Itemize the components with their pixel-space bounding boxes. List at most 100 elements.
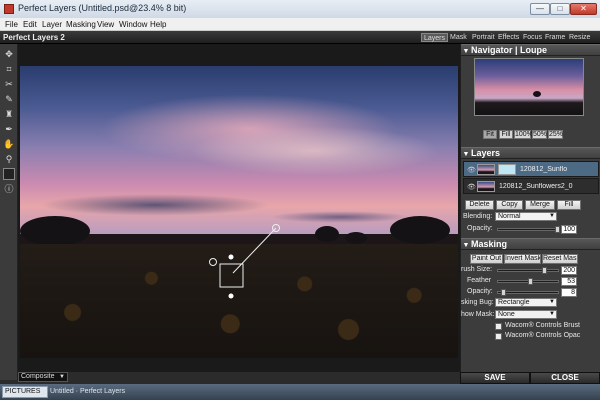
masking-brush-icon[interactable]: ♜ <box>3 108 15 120</box>
fill-layer-button[interactable]: Fill <box>557 200 581 210</box>
layer-opacity-field[interactable]: 100 <box>561 225 577 234</box>
menu-help[interactable]: Help <box>150 20 166 29</box>
close-window-button[interactable]: ✕ <box>570 3 597 15</box>
layer-thumbnail <box>477 181 495 192</box>
slider-knob[interactable] <box>542 267 547 274</box>
navigator-header[interactable]: ▼ Navigator | Loupe <box>461 44 600 56</box>
hand-icon[interactable]: ✋ <box>3 138 15 150</box>
canvas-area <box>18 44 460 372</box>
show-mask-label: how Mask: <box>461 311 495 318</box>
blending-label: Blending: <box>463 213 493 220</box>
taskbar-item[interactable]: PICTURES <box>2 386 48 398</box>
close-button[interactable]: CLOSE <box>530 372 600 384</box>
tab-layers[interactable]: Layers <box>421 33 449 42</box>
slider-knob[interactable] <box>555 226 560 233</box>
menu-layer[interactable]: Layer <box>42 20 62 29</box>
wacom-brush-checkbox[interactable] <box>495 323 502 330</box>
collapse-icon: ▼ <box>462 242 470 249</box>
tab-mask[interactable]: Mask <box>448 33 469 42</box>
invert-mask-button[interactable]: Invert Mask <box>504 254 541 264</box>
mask-opacity-slider[interactable] <box>497 289 559 296</box>
app-logo-icon <box>4 4 14 14</box>
zoom-50-button[interactable]: 50% <box>532 130 547 139</box>
zoom-25-button[interactable]: 25% <box>548 130 563 139</box>
pen-icon[interactable]: ✒ <box>3 123 15 135</box>
tab-resize[interactable]: Resize <box>567 33 592 42</box>
save-button[interactable]: SAVE <box>460 372 530 384</box>
layer-mask-thumbnail[interactable] <box>498 164 516 175</box>
delete-layer-button[interactable]: Delete <box>465 200 494 210</box>
feather-slider[interactable] <box>497 278 559 285</box>
title-bar: Perfect Layers (Untitled.psd@23.4% 8 bit… <box>0 0 600 18</box>
blending-select[interactable]: Normal ▼ <box>495 212 557 221</box>
layer-opacity-label: Opacity: <box>467 225 493 232</box>
chevron-down-icon: ▼ <box>549 311 555 317</box>
photo-canvas[interactable] <box>20 66 458 358</box>
masking-title: Masking <box>471 239 508 249</box>
composite-select[interactable]: Composite ▼ <box>18 372 68 382</box>
chevron-down-icon: ▼ <box>549 213 555 219</box>
menu-masking[interactable]: Masking <box>66 20 96 29</box>
app-logo-text: Perfect Layers 2 <box>3 33 65 42</box>
tab-portrait[interactable]: Portrait <box>470 33 497 42</box>
slider-knob[interactable] <box>528 278 533 285</box>
maximize-button[interactable]: □ <box>550 3 570 15</box>
zoom-100-button[interactable]: 100% <box>514 130 533 139</box>
menu-edit[interactable]: Edit <box>23 20 37 29</box>
zoom-fill-button[interactable]: Fill <box>499 130 513 139</box>
right-panel: ▼ Navigator | Loupe Fit Fill 100% 50% 25%… <box>460 44 600 372</box>
info-icon[interactable]: ⓘ <box>3 183 15 195</box>
brush-size-field[interactable]: 200 <box>561 266 577 275</box>
tab-frame[interactable]: Frame <box>543 33 567 42</box>
mask-opacity-field[interactable]: 8 <box>561 288 577 297</box>
wacom-brush-label: Wacom® Controls Brust <box>505 322 580 329</box>
eye-icon[interactable]: 👁 <box>467 183 476 191</box>
layer-row[interactable]: 👁 120812_Sunflowers2_0 <box>463 178 599 194</box>
navigator-title: Navigator | Loupe <box>471 45 548 55</box>
crop-icon[interactable]: ⌗ <box>3 63 15 75</box>
paint-out-button[interactable]: Paint Out <box>470 254 503 264</box>
tab-focus[interactable]: Focus <box>521 33 544 42</box>
reset-mask-button[interactable]: Reset Mask <box>542 254 578 264</box>
transform-gizmo[interactable] <box>20 66 458 358</box>
layer-thumbnail <box>477 164 495 175</box>
navigator-thumbnail[interactable] <box>474 58 584 116</box>
layer-opacity-slider[interactable] <box>497 226 560 233</box>
brush-size-slider[interactable] <box>497 267 559 274</box>
window-title: Perfect Layers (Untitled.psd@23.4% 8 bit… <box>18 3 187 13</box>
show-mask-select[interactable]: None ▼ <box>495 310 557 319</box>
layer-name: 120812_Sunflowers2_0 <box>499 183 573 190</box>
merge-layer-button[interactable]: Merge <box>525 200 555 210</box>
show-mask-value: None <box>498 311 515 318</box>
transform-icon[interactable]: ✂ <box>3 78 15 90</box>
copy-layer-button[interactable]: Copy <box>496 200 523 210</box>
slider-knob[interactable] <box>501 289 506 296</box>
taskbar: PICTURES Untitled · Perfect Layers <box>0 384 600 400</box>
layers-header[interactable]: ▼ Layers <box>461 147 600 159</box>
swatch-icon[interactable] <box>3 168 15 180</box>
composite-select-value: Composite <box>21 373 55 380</box>
move-icon[interactable]: ✥ <box>3 48 15 60</box>
collapse-icon: ▼ <box>462 151 470 158</box>
menu-file[interactable]: File <box>5 20 18 29</box>
menu-view[interactable]: View <box>97 20 114 29</box>
taskbar-item[interactable]: Untitled · Perfect Layers <box>50 387 125 397</box>
zoom-fit-button[interactable]: Fit <box>483 130 497 139</box>
feather-label: Feather <box>467 277 492 284</box>
feather-field[interactable]: 53 <box>561 277 577 286</box>
masking-bug-select[interactable]: Rectangle ▼ <box>495 298 557 307</box>
zoom-icon[interactable]: ⚲ <box>3 153 15 165</box>
eye-icon[interactable]: 👁 <box>467 166 476 174</box>
brush-icon[interactable]: ✎ <box>3 93 15 105</box>
minimize-button[interactable]: — <box>530 3 550 15</box>
chevron-down-icon: ▼ <box>59 374 65 380</box>
tree <box>533 91 541 97</box>
menu-bar: File Edit Layer Masking View Window Help <box>0 18 600 31</box>
masking-header[interactable]: ▼ Masking <box>461 238 600 250</box>
blending-value: Normal <box>498 213 521 220</box>
layer-row[interactable]: 👁 120812_Sunflo <box>463 161 599 177</box>
layer-name: 120812_Sunflo <box>520 166 568 173</box>
tab-effects[interactable]: Effects <box>496 33 521 42</box>
wacom-opacity-checkbox[interactable] <box>495 333 502 340</box>
menu-window[interactable]: Window <box>119 20 147 29</box>
